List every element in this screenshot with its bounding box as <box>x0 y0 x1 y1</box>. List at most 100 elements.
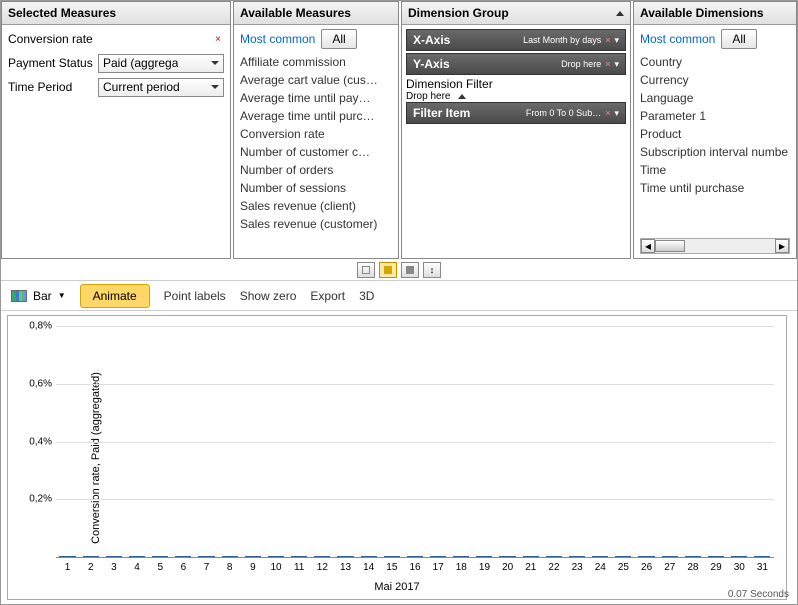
available-measure-item[interactable]: Affiliate commission <box>240 53 392 71</box>
bar[interactable] <box>685 556 701 557</box>
x-axis-label: Mai 2017 <box>374 581 419 593</box>
bar[interactable] <box>361 556 377 557</box>
render-time: 0.07 Seconds <box>728 589 789 600</box>
x-tick-label: 30 <box>734 562 745 573</box>
three-d-button[interactable]: 3D <box>359 289 374 303</box>
bar[interactable] <box>708 556 724 557</box>
available-measure-item[interactable]: Conversion rate <box>240 125 392 143</box>
bar[interactable] <box>731 556 747 557</box>
dimensions-all-button[interactable]: All <box>721 29 756 49</box>
x-tick-label: 25 <box>618 562 629 573</box>
bar[interactable] <box>106 556 122 557</box>
view-mode-1-button[interactable] <box>357 262 375 278</box>
measure-value-select[interactable]: Paid (aggrega <box>98 54 224 73</box>
bar[interactable] <box>83 556 99 557</box>
available-measure-item[interactable]: Sales revenue (client) <box>240 197 392 215</box>
bar-column <box>403 556 426 557</box>
bar[interactable] <box>198 556 214 557</box>
show-zero-button[interactable]: Show zero <box>240 289 297 303</box>
bar[interactable] <box>222 556 238 557</box>
dimension-axis-row[interactable]: X-AxisLast Month by days×▾ <box>406 29 626 51</box>
available-dimension-item[interactable]: Parameter 1 <box>640 107 790 125</box>
bar[interactable] <box>268 556 284 557</box>
bar[interactable] <box>175 556 191 557</box>
available-measure-item[interactable]: Average cart value (cus… <box>240 71 392 89</box>
bar[interactable] <box>59 556 75 557</box>
available-dimension-item[interactable]: Country <box>640 53 790 71</box>
scroll-left-icon[interactable]: ◂ <box>641 239 655 253</box>
available-dimension-item[interactable]: Time until purchase <box>640 179 790 197</box>
bar[interactable] <box>407 556 423 557</box>
bar[interactable] <box>592 556 608 557</box>
selected-measures-panel: Selected Measures Conversion rate×Paymen… <box>1 1 231 259</box>
x-tick-label: 21 <box>525 562 536 573</box>
available-dimension-item[interactable]: Currency <box>640 71 790 89</box>
axis-dropdown-icon[interactable]: ▾ <box>614 59 619 70</box>
bar[interactable] <box>314 556 330 557</box>
bar-column <box>241 556 264 557</box>
dimension-axis-row[interactable]: Y-AxisDrop here×▾ <box>406 53 626 75</box>
bar[interactable] <box>754 556 770 557</box>
remove-measure-icon[interactable]: × <box>212 34 224 45</box>
available-dimension-item[interactable]: Subscription interval numbe <box>640 143 790 161</box>
bar[interactable] <box>546 556 562 557</box>
view-mode-4-button[interactable]: ↕ <box>423 262 441 278</box>
bar[interactable] <box>384 556 400 557</box>
bars-container <box>56 326 774 557</box>
dimensions-filter-link[interactable]: Most common <box>640 32 715 46</box>
bar[interactable] <box>615 556 631 557</box>
axis-dropdown-icon[interactable]: ▾ <box>614 35 619 46</box>
available-dimensions-header: Available Dimensions <box>634 2 796 25</box>
bar[interactable] <box>499 556 515 557</box>
available-measure-item[interactable]: Average time until pay… <box>240 89 392 107</box>
measures-filter-link[interactable]: Most common <box>240 32 315 46</box>
available-dimension-item[interactable]: Language <box>640 89 790 107</box>
available-dimension-item[interactable]: Product <box>640 125 790 143</box>
bar[interactable] <box>337 556 353 557</box>
remove-axis-icon[interactable]: × <box>605 35 610 45</box>
dimensions-hscroll[interactable]: ◂ ▸ <box>640 238 790 254</box>
bar[interactable] <box>453 556 469 557</box>
chart-area: Conversion rate, Paid (aggregated) 0,2%0… <box>7 315 787 600</box>
bar-column <box>612 556 635 557</box>
remove-axis-icon[interactable]: × <box>605 59 610 69</box>
y-tick-label: 0,2% <box>22 494 52 505</box>
x-tick-label: 18 <box>456 562 467 573</box>
bar[interactable] <box>129 556 145 557</box>
bar[interactable] <box>430 556 446 557</box>
scroll-right-icon[interactable]: ▸ <box>775 239 789 253</box>
bar[interactable] <box>523 556 539 557</box>
available-measure-item[interactable]: Sales revenue (customer) <box>240 215 392 233</box>
bar[interactable] <box>569 556 585 557</box>
remove-filter-icon[interactable]: × <box>605 108 610 118</box>
chevron-up-icon[interactable] <box>616 11 624 16</box>
x-tick-label: 31 <box>757 562 768 573</box>
available-measure-item[interactable]: Average time until purc… <box>240 107 392 125</box>
bar[interactable] <box>662 556 678 557</box>
bar-column <box>218 556 241 557</box>
bar-column <box>149 556 172 557</box>
view-mode-2-button[interactable] <box>379 262 397 278</box>
selected-measure-label: Conversion rate <box>8 32 98 46</box>
bar[interactable] <box>291 556 307 557</box>
export-button[interactable]: Export <box>310 289 345 303</box>
dimension-filter-row[interactable]: Filter ItemFrom 0 To 0 Sub…×▾ <box>406 102 626 124</box>
x-tick-label: 26 <box>641 562 652 573</box>
bar[interactable] <box>476 556 492 557</box>
animate-button[interactable]: Animate <box>80 284 150 308</box>
x-tick-label: 19 <box>479 562 490 573</box>
filter-dropdown-icon[interactable]: ▾ <box>614 108 619 119</box>
available-dimension-item[interactable]: Time <box>640 161 790 179</box>
view-mode-3-button[interactable] <box>401 262 419 278</box>
bar[interactable] <box>638 556 654 557</box>
point-labels-button[interactable]: Point labels <box>164 289 226 303</box>
bar[interactable] <box>152 556 168 557</box>
bar[interactable] <box>245 556 261 557</box>
chart-type-select[interactable]: Bar ▼ <box>11 289 66 303</box>
chevron-up-icon[interactable] <box>458 94 466 99</box>
available-measure-item[interactable]: Number of customer c… <box>240 143 392 161</box>
measures-all-button[interactable]: All <box>321 29 356 49</box>
available-measure-item[interactable]: Number of sessions <box>240 179 392 197</box>
available-measure-item[interactable]: Number of orders <box>240 161 392 179</box>
measure-value-select[interactable]: Current period <box>98 78 224 97</box>
